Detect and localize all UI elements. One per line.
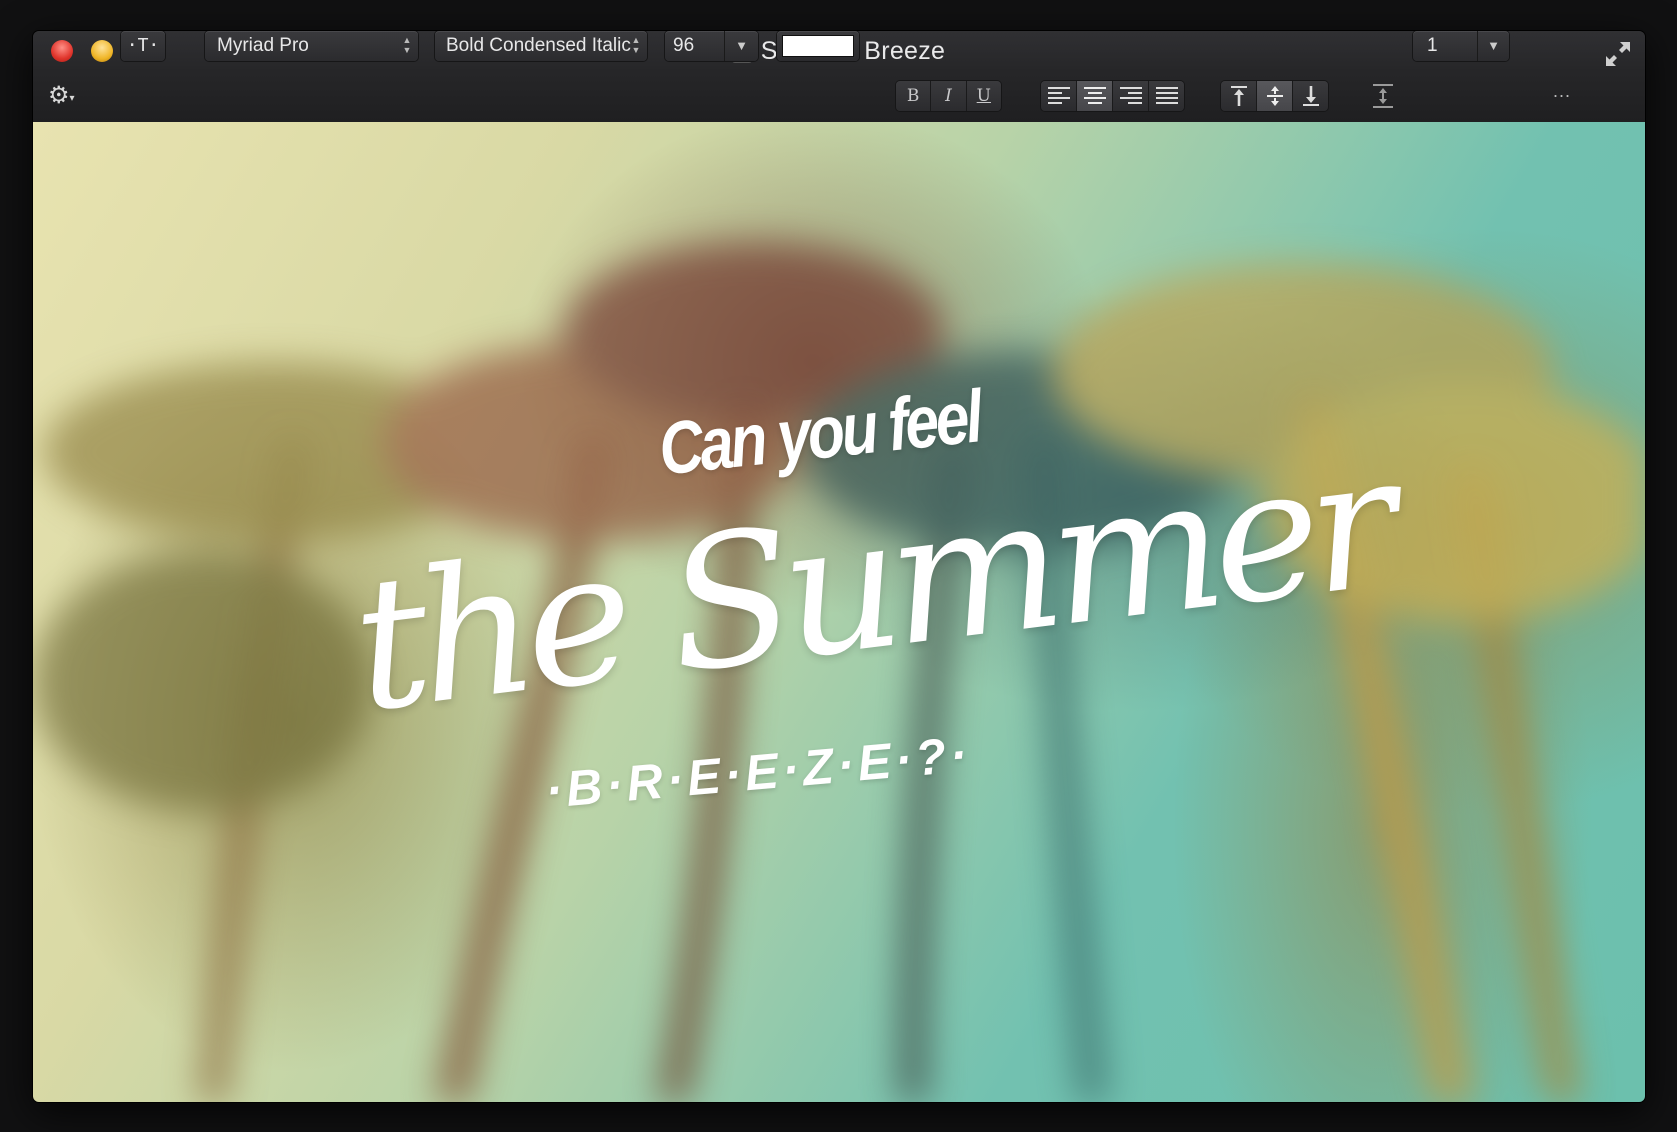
line-spacing-value[interactable]: 1 [1427,35,1438,56]
line-spacing-combo[interactable]: 1 ▼ [1413,31,1509,61]
align-middle-icon [1266,86,1283,106]
font-style-value: Bold Condensed Italic [446,35,631,56]
text-style-group: B I U [896,81,1001,111]
gear-menu-icon[interactable]: ⚙▾ [48,81,84,111]
align-left-icon [1047,87,1070,104]
title-bar: Summer Breeze ⚙▾ ·T· Myriad Pro ▲▼ Bold … [33,31,1645,123]
vertical-align-group [1221,81,1328,111]
design-canvas[interactable]: Can you feel the Summer ·B·R·E·E·Z·E·?· [33,122,1645,1102]
align-left-button[interactable] [1041,81,1077,111]
underline-button[interactable]: U [966,81,1001,111]
font-size-value[interactable]: 96 [673,35,694,56]
bold-button[interactable]: B [896,81,932,111]
chevron-down-icon[interactable]: ▼ [724,31,758,61]
color-swatch [783,36,853,56]
more-options-button[interactable]: ... [1553,81,1571,102]
line-spacing-icon [1373,84,1393,108]
align-right-button[interactable] [1113,81,1149,111]
italic-button[interactable]: I [931,81,967,111]
fullscreen-icon[interactable] [1603,39,1633,69]
headline-line-3[interactable]: ·B·R·E·E·Z·E·?· [543,725,973,820]
font-family-select[interactable]: Myriad Pro ▲ ▼ [205,31,418,61]
text-align-group [1041,81,1184,111]
align-center-button[interactable] [1077,81,1113,111]
chevron-down-icon[interactable]: ▼ [1477,31,1509,61]
align-bottom-button[interactable] [1293,81,1328,111]
align-justify-icon [1155,87,1178,104]
align-bottom-icon [1302,86,1319,106]
align-top-button[interactable] [1221,81,1257,111]
align-justify-button[interactable] [1149,81,1184,111]
app-window: Summer Breeze ⚙▾ ·T· Myriad Pro ▲▼ Bold … [33,31,1645,1102]
font-size-combo[interactable]: 96 ▼ [665,31,758,61]
headline-text-group[interactable]: Can you feel the Summer ·B·R·E·E·Z·E·?· [33,122,1645,1102]
font-style-select[interactable]: Bold Condensed Italic ▲ ▼ [435,31,647,61]
align-middle-button[interactable] [1257,81,1293,111]
align-top-icon [1230,86,1247,106]
text-tool-button[interactable]: ·T· [121,31,165,61]
font-style-stepper-icon: ▲ ▼ [631,35,641,55]
align-right-icon [1119,87,1142,104]
text-color-well[interactable] [777,31,859,61]
font-family-value: Myriad Pro [217,35,309,56]
align-center-icon [1083,87,1106,104]
font-family-stepper-icon: ▲ ▼ [402,35,412,55]
